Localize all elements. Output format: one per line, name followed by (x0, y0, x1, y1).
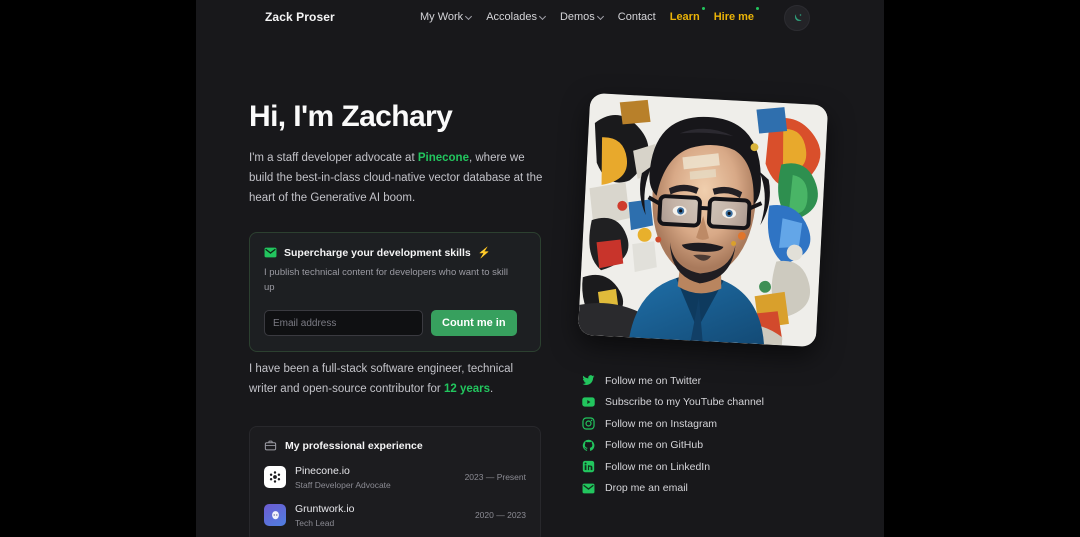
github-icon (582, 439, 595, 452)
experience-company: Pinecone.io (295, 465, 350, 477)
nav-item-accolades[interactable]: Accolades (486, 11, 546, 23)
lightning-bolt-icon: ⚡ (477, 247, 491, 259)
chevron-down-icon (540, 13, 546, 19)
youtube-icon (582, 396, 595, 409)
social-link-twitter[interactable]: Follow me on Twitter (582, 374, 764, 387)
nav-item-label: Hire me (713, 11, 755, 23)
hero-intro-paragraph: I'm a staff developer advocate at Pineco… (249, 149, 544, 208)
chevron-down-icon (466, 13, 472, 19)
bio-paragraph: I have been a full-stack software engine… (249, 360, 539, 400)
nav-item-label: My Work (420, 11, 464, 23)
nav-item-hire-me[interactable]: Hire me (713, 7, 760, 23)
pinecone-link[interactable]: Pinecone (418, 152, 469, 164)
subscribe-button[interactable]: Count me in (431, 310, 517, 337)
social-link-linkedin[interactable]: Follow me on LinkedIn (582, 460, 764, 473)
experience-dates: 2020 — 2023 (474, 510, 526, 521)
brand-logo[interactable]: Zack Proser (265, 10, 335, 24)
newsletter-subtitle: I publish technical content for develope… (264, 267, 508, 293)
nav-item-learn[interactable]: Learn (669, 7, 705, 23)
email-input[interactable] (264, 310, 423, 337)
nav-item-label: Accolades (486, 11, 537, 23)
experience-details: Gruntwork.io Tech Lead (295, 502, 466, 528)
intro-text-before: I'm a staff developer advocate at (249, 152, 418, 164)
social-link-label: Follow me on GitHub (605, 439, 704, 451)
experience-row[interactable]: Pinecone.io Staff Developer Advocate 202… (264, 464, 526, 490)
pinecone-logo-icon (264, 466, 286, 489)
bio-text-after: . (490, 382, 494, 395)
nav-item-label: Contact (617, 11, 656, 23)
chevron-down-icon (598, 13, 604, 19)
page-title: Hi, I'm Zachary (249, 100, 453, 133)
social-link-youtube[interactable]: Subscribe to my YouTube channel (582, 396, 764, 409)
nav-item-label: Learn (669, 11, 700, 23)
newsletter-signup-card: Supercharge your development skills ⚡ I … (249, 232, 541, 353)
social-link-instagram[interactable]: Follow me on Instagram (582, 417, 764, 430)
social-link-label: Subscribe to my YouTube channel (605, 396, 764, 408)
linkedin-icon (582, 460, 595, 473)
nav-item-my-work[interactable]: My Work (420, 11, 472, 23)
newsletter-form: Count me in (264, 310, 526, 337)
social-link-email[interactable]: Drop me an email (582, 482, 764, 495)
experience-role: Staff Developer Advocate (295, 480, 391, 491)
instagram-icon (582, 417, 595, 430)
portrait-artwork (577, 92, 829, 348)
experience-title-text: My professional experience (285, 439, 423, 452)
email-icon (582, 482, 595, 495)
twitter-icon (582, 374, 595, 387)
nav-links: My Work Accolades Demos Contact Learn Hi… (420, 7, 760, 23)
envelope-icon (264, 247, 277, 258)
theme-toggle-button[interactable] (784, 5, 810, 31)
experience-heading: My professional experience (264, 439, 526, 452)
social-link-label: Follow me on LinkedIn (605, 460, 711, 473)
nav-item-contact[interactable]: Contact (618, 11, 656, 23)
briefcase-icon (264, 440, 277, 451)
new-indicator-dot (701, 7, 705, 10)
screenshot-viewport: Zack Proser My Work Accolades Demos Cont… (0, 0, 1080, 537)
social-link-label: Follow me on Instagram (605, 417, 718, 430)
new-indicator-dot (756, 7, 760, 10)
nav-item-label: Demos (559, 11, 595, 23)
portrait-container (577, 92, 829, 348)
hero-text-block: Hi, I'm Zachary I'm a staff developer ad… (249, 100, 544, 208)
newsletter-title-text: Supercharge your development skills (284, 246, 471, 259)
profile-portrait-image (577, 92, 829, 348)
professional-experience-card: My professional experience Pinecone.io S… (249, 426, 541, 537)
social-links-list: Follow me on Twitter Subscribe to my You… (582, 374, 764, 495)
social-link-github[interactable]: Follow me on GitHub (582, 439, 764, 452)
gruntwork-logo-icon (264, 504, 286, 527)
pinecone-mark (269, 471, 281, 483)
bio-years-highlight: 12 years (443, 382, 491, 395)
social-link-label: Follow me on Twitter (605, 374, 702, 387)
gruntwork-mark (271, 510, 279, 519)
experience-dates: 2023 — Present (464, 472, 526, 483)
newsletter-heading: Supercharge your development skills ⚡ (264, 246, 526, 259)
page-content: Zack Proser My Work Accolades Demos Cont… (196, 0, 884, 537)
experience-details: Pinecone.io Staff Developer Advocate (295, 464, 456, 490)
moon-icon (794, 13, 802, 21)
social-link-label: Drop me an email (605, 482, 688, 494)
experience-company: Gruntwork.io (295, 503, 355, 516)
site-navbar: Zack Proser My Work Accolades Demos Cont… (196, 0, 884, 36)
experience-role: Tech Lead (295, 518, 335, 529)
experience-row[interactable]: Gruntwork.io Tech Lead 2020 — 2023 (264, 502, 526, 528)
nav-item-demos[interactable]: Demos (560, 11, 604, 23)
